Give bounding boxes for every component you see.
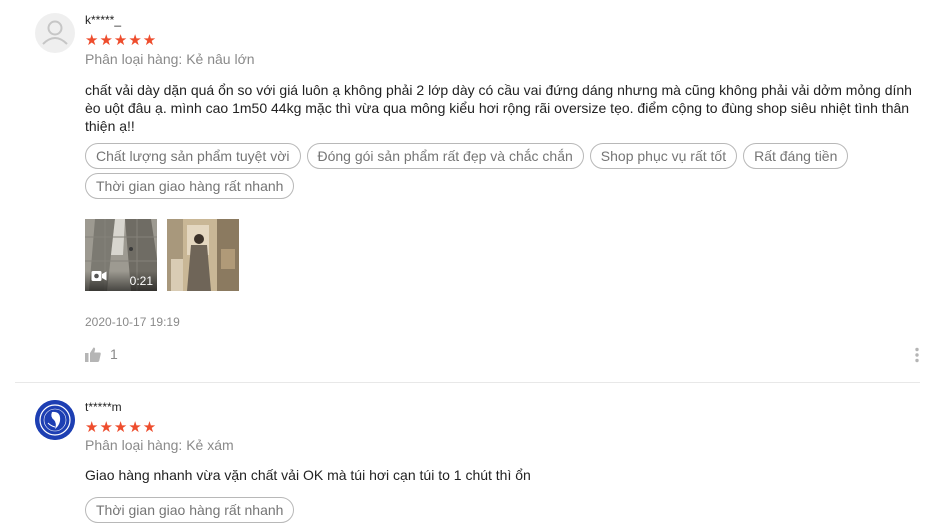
review-tags: Thời gian giao hàng rất nhanh [85,497,905,527]
review-comment: Giao hàng nhanh vừa vặn chất vải OK mà t… [85,467,531,483]
review-tag: Shop phục vụ rất tốt [589,143,738,169]
product-variation: Phân loại hàng: Kẻ nâu lớn [85,51,255,67]
brand-logo-avatar [35,400,75,440]
video-duration: 0:21 [129,274,153,288]
review-comment: chất vải dày dặn quá ổn so với giá luôn … [85,82,912,134]
video-camera-icon [91,269,107,287]
like-count: 1 [110,346,118,362]
thumbs-up-icon [85,347,101,362]
review-image-thumbnail[interactable] [167,219,239,291]
review-tag: Thời gian giao hàng rất nhanh [85,173,295,199]
username[interactable]: t*****m [85,400,122,414]
username[interactable]: k*****_ [85,13,121,27]
product-variation: Phân loại hàng: Kẻ xám [85,437,234,453]
star-rating: ★★★★★ [85,419,158,436]
review-tag: Đóng gói sản phẩm rất đẹp và chắc chắn [306,143,584,169]
more-options-button[interactable] [914,347,920,368]
like-button[interactable]: 1 [85,346,118,362]
review-tag: Chất lượng sản phẩm tuyệt vời [85,143,301,169]
user-avatar[interactable] [35,13,75,53]
review-video-thumbnail[interactable]: 0:21 [85,219,157,291]
more-vertical-icon [914,347,920,367]
review-tags: Chất lượng sản phẩm tuyệt vời Đóng gói sả… [85,143,905,203]
review-tag: Rất đáng tiền [743,143,849,169]
user-avatar[interactable] [35,400,75,440]
star-rating: ★★★★★ [85,32,158,49]
review-divider [15,382,920,383]
default-user-icon [36,14,74,52]
review-timestamp: 2020-10-17 19:19 [85,315,180,329]
review-tag: Thời gian giao hàng rất nhanh [85,497,295,523]
